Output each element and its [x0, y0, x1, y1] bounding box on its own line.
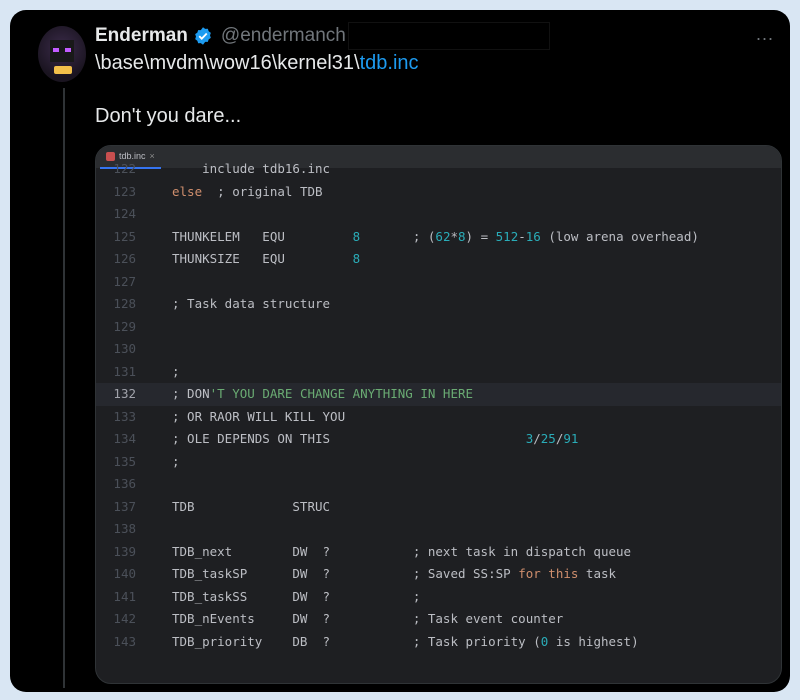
line-number: 138 [113, 521, 136, 536]
code-line[interactable]: 124 [96, 203, 781, 226]
code-line[interactable]: 138 [96, 518, 781, 541]
tweet-header: Enderman @endermanch [95, 22, 550, 50]
code-text: TDB_nEvents DW ? ; Task event counter [172, 611, 564, 626]
author-handle[interactable]: @endermanch [221, 25, 346, 47]
code-text: THUNKELEM EQU 8 ; (62*8) = 512-16 (low a… [172, 228, 699, 244]
path-prefix: \base\mvdm\wow16\kernel31\ [95, 52, 360, 74]
line-number: 125 [113, 228, 136, 244]
code-line[interactable]: 128 ; Task data structure [96, 293, 781, 316]
line-number: 135 [113, 453, 136, 469]
line-number: 132 [113, 386, 136, 401]
code-line[interactable]: 140 TDB_taskSP DW ? ; Saved SS:SP for thi… [96, 563, 781, 586]
avatar-eye [65, 48, 71, 52]
code-line[interactable]: 127 [96, 271, 781, 294]
code-text: ; OR RAOR WILL KILL YOU [172, 408, 346, 424]
avatar[interactable] [38, 26, 86, 82]
code-text: ; [172, 363, 180, 379]
code-line[interactable]: 125 THUNKELEM EQU 8 ; (62*8) = 512-16 (lo… [96, 226, 781, 249]
code-text: ; DON'T YOU DARE CHANGE ANYTHING IN HERE [172, 386, 474, 401]
line-number: 128 [113, 296, 136, 311]
more-options-icon[interactable]: ... [756, 24, 774, 45]
code-line[interactable]: 130 [96, 338, 781, 361]
line-number: 133 [113, 408, 136, 424]
code-text: TDB_priority DB ? ; Task priority (0 is … [172, 633, 639, 649]
code-line[interactable]: 139 TDB_next DW ? ; next task in dispatch… [96, 541, 781, 564]
code-line[interactable]: 129 [96, 316, 781, 339]
line-number: 127 [113, 273, 136, 289]
line-number: 137 [113, 498, 136, 514]
verified-badge-icon [193, 26, 213, 46]
code-text: ; Task data structure [172, 296, 331, 311]
code-area[interactable]: 122 include tdb16.inc 123 else ; original … [96, 161, 781, 683]
line-number: 122 [113, 161, 136, 176]
code-line[interactable]: 135; [96, 451, 781, 474]
line-number: 142 [113, 611, 136, 626]
code-text: include tdb16.inc [172, 161, 331, 176]
line-number: 131 [113, 363, 136, 379]
code-line[interactable]: 123 else ; original TDB [96, 181, 781, 204]
line-number: 140 [113, 566, 136, 581]
code-line[interactable]: 133 ; OR RAOR WILL KILL YOU [96, 406, 781, 429]
code-line[interactable]: 134 ; OLE DEPENDS ON THIS 3/25/91 [96, 428, 781, 451]
avatar-eye [53, 48, 59, 52]
line-number: 143 [113, 633, 136, 649]
line-number: 136 [113, 476, 136, 491]
avatar-cake [54, 66, 72, 74]
line-number: 130 [113, 341, 136, 356]
code-text: TDB_taskSP DW ? ; Saved SS:SP for this t… [172, 566, 617, 581]
code-text: TDB_next DW ? ; next task in dispatch qu… [172, 543, 632, 559]
code-line[interactable]: 143 TDB_priority DB ? ; Task priority (0 … [96, 631, 781, 654]
line-number: 134 [113, 431, 136, 446]
code-text: THUNKSIZE EQU 8 [172, 251, 361, 266]
code-line[interactable]: 136 [96, 473, 781, 496]
code-text: ; [172, 453, 180, 469]
code-line[interactable]: 132 ; DON'T YOU DARE CHANGE ANYTHING IN H… [96, 383, 781, 406]
file-link[interactable]: tdb.inc [360, 52, 419, 74]
line-number: 124 [113, 206, 136, 221]
code-text: else ; original TDB [172, 183, 323, 199]
tweet-text: Don't you dare... [95, 105, 242, 127]
tweet-media-screenshot[interactable]: tdb.inc × 122 include tdb16.inc 123 else ;… [95, 145, 782, 684]
redaction-box [347, 22, 550, 50]
line-number: 141 [113, 588, 136, 604]
code-text: TDB_taskSS DW ? ; [172, 588, 421, 604]
code-text: ; OLE DEPENDS ON THIS 3/25/91 [172, 431, 579, 446]
thread-line [63, 88, 65, 688]
line-number: 123 [113, 183, 136, 199]
code-text: TDB STRUC [172, 498, 331, 514]
code-line[interactable]: 126 THUNKSIZE EQU 8 [96, 248, 781, 271]
code-line[interactable]: 142 TDB_nEvents DW ? ; Task event counter [96, 608, 781, 631]
tweet-card: Enderman @endermanch ... \base\mvdm\wow1… [10, 10, 790, 692]
code-line[interactable]: 137 TDB STRUC [96, 496, 781, 519]
tweet-path-text: \base\mvdm\wow16\kernel31\tdb.inc [95, 52, 419, 75]
line-number: 139 [113, 543, 136, 559]
code-line[interactable]: 131; [96, 361, 781, 384]
code-line[interactable]: 122 include tdb16.inc [96, 158, 781, 181]
line-number: 126 [113, 251, 136, 266]
author-name[interactable]: Enderman [95, 25, 188, 47]
code-line[interactable]: 141 TDB_taskSS DW ? ; [96, 586, 781, 609]
line-number: 129 [113, 318, 136, 334]
